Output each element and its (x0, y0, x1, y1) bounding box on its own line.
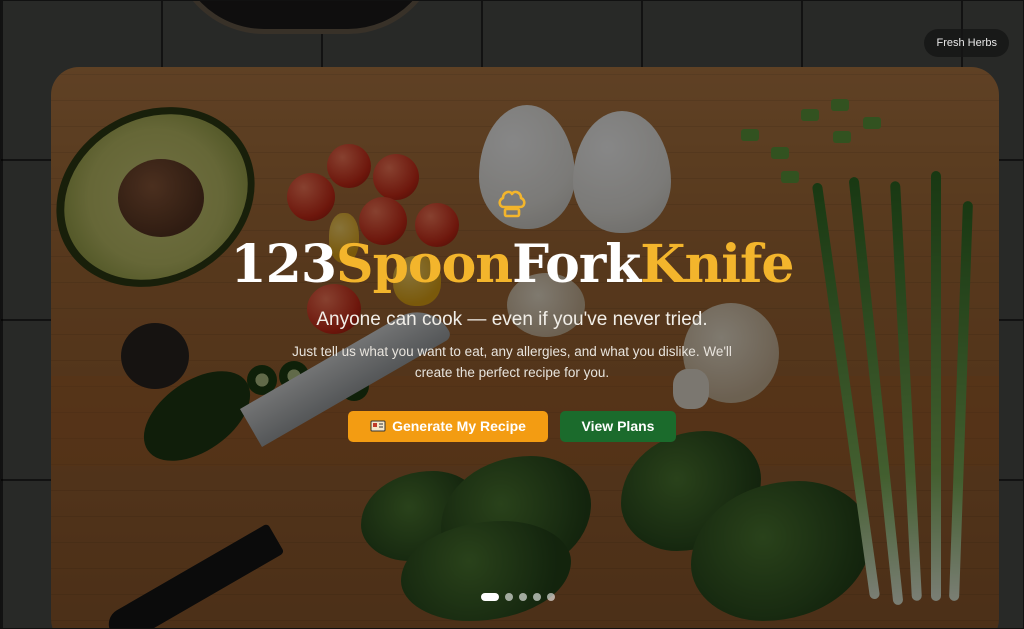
hero-actions: Generate My Recipe View Plans (1, 411, 1023, 442)
hero-content: 123SpoonForkKnife Anyone can cook — even… (1, 187, 1023, 383)
carousel-dot-1[interactable] (481, 593, 499, 601)
chef-hat-icon (495, 187, 529, 221)
brand-part-123: 123 (230, 234, 337, 295)
brand-part-spoon: Spoon (336, 234, 513, 295)
hero-tagline: Anyone can cook — even if you've never t… (316, 309, 708, 330)
generate-recipe-label: Generate My Recipe (392, 418, 526, 434)
carousel-dot-5[interactable] (547, 593, 555, 601)
generate-recipe-button[interactable]: Generate My Recipe (348, 411, 548, 442)
brand-part-knife: Knife (640, 234, 794, 295)
image-caption-badge: Fresh Herbs (924, 29, 1009, 57)
recipe-icon (370, 413, 386, 432)
brand-title: 123SpoonForkKnife (1, 235, 1023, 295)
carousel-indicators (481, 593, 561, 603)
carousel-dot-4[interactable] (533, 593, 541, 601)
view-plans-button[interactable]: View Plans (560, 411, 676, 442)
hero-section: Fresh Herbs 123SpoonForkKnife Anyone can… (0, 0, 1024, 629)
carousel-dot-2[interactable] (505, 593, 513, 601)
brand-part-fork: Fork (512, 234, 641, 295)
carousel-dot-3[interactable] (519, 593, 527, 601)
hero-description: Just tell us what you want to eat, any a… (292, 344, 732, 380)
